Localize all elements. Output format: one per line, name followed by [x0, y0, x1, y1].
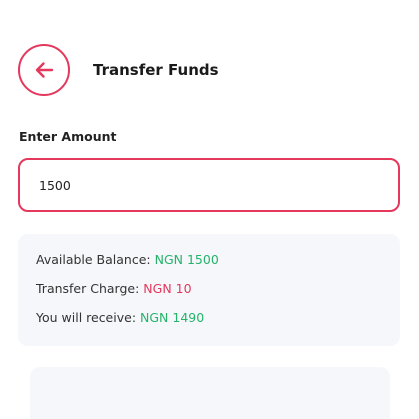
transfer-charge-value: NGN 10 — [143, 281, 192, 296]
available-balance-value: NGN 1500 — [154, 252, 219, 267]
receive-amount-row: You will receive: NGN 1490 — [36, 311, 400, 325]
transfer-summary-card: Available Balance: NGN 1500 Transfer Cha… — [18, 234, 400, 346]
available-balance-label: Available Balance: — [36, 252, 155, 267]
amount-label: Enter Amount — [19, 129, 117, 144]
next-card — [30, 367, 390, 419]
transfer-charge-row: Transfer Charge: NGN 10 — [36, 282, 400, 296]
amount-input[interactable] — [18, 158, 400, 212]
receive-amount-label: You will receive: — [36, 310, 140, 325]
available-balance-row: Available Balance: NGN 1500 — [36, 253, 400, 267]
back-button[interactable] — [18, 44, 70, 96]
transfer-funds-screen: Transfer Funds Enter Amount Available Ba… — [0, 0, 419, 419]
page-title: Transfer Funds — [93, 61, 219, 79]
transfer-charge-label: Transfer Charge: — [36, 281, 144, 296]
receive-amount-value: NGN 1490 — [140, 310, 205, 325]
arrow-left-icon — [35, 62, 54, 78]
